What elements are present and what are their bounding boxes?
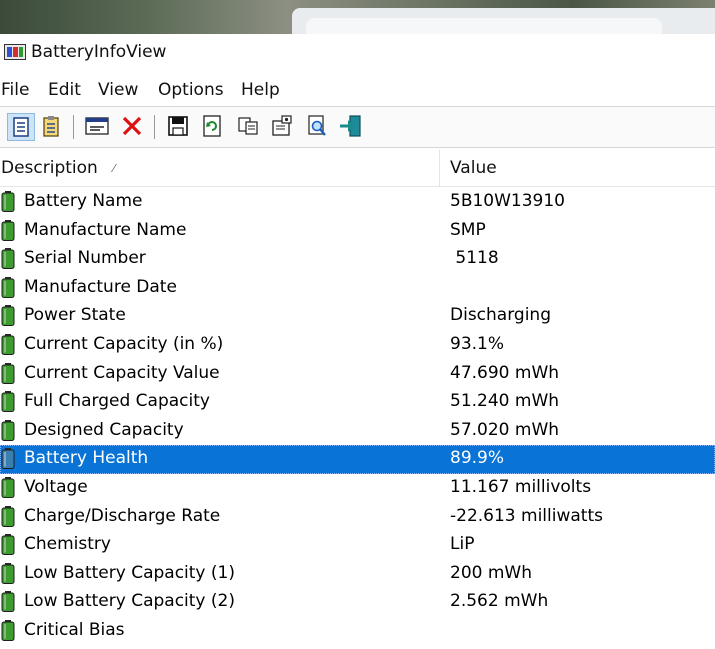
- menu-options[interactable]: Options: [158, 80, 224, 100]
- battery-icon: [1, 276, 15, 298]
- row-description: Serial Number: [24, 248, 146, 269]
- battery-icon: [1, 476, 15, 498]
- row-description: Full Charged Capacity: [24, 391, 210, 412]
- row-description: Low Battery Capacity (1): [24, 562, 235, 583]
- list-view-icon[interactable]: [39, 114, 63, 138]
- copy-icon[interactable]: [236, 114, 260, 138]
- table-row[interactable]: Designed Capacity 57.020 mWh: [0, 417, 715, 446]
- battery-info-list[interactable]: Battery Name 5B10W13910 Manufacture Name SM…: [0, 188, 715, 646]
- battery-icon: [1, 248, 15, 270]
- row-value: 93.1%: [450, 333, 505, 354]
- row-value: 89.9%: [450, 448, 505, 469]
- delete-icon[interactable]: [120, 114, 144, 138]
- html-report-icon[interactable]: [7, 113, 35, 141]
- row-description: Battery Health: [24, 448, 149, 469]
- battery-icon: [1, 591, 15, 613]
- window-title: BatteryInfoView: [31, 42, 167, 62]
- column-divider[interactable]: [439, 150, 440, 186]
- table-row[interactable]: Battery Health 89.9%: [0, 445, 715, 474]
- table-row[interactable]: Charge/Discharge Rate -22.613 milliwatts: [0, 503, 715, 532]
- battery-icon: [1, 362, 15, 384]
- battery-icon: [1, 333, 15, 355]
- properties-icon[interactable]: [270, 114, 294, 138]
- table-row[interactable]: Critical Bias: [0, 617, 715, 646]
- table-row[interactable]: Battery Name 5B10W13910: [0, 188, 715, 217]
- menu-file[interactable]: File: [1, 80, 29, 100]
- row-description: Manufacture Date: [24, 276, 177, 297]
- table-row[interactable]: Voltage 11.167 millivolts: [0, 474, 715, 503]
- table-row[interactable]: Low Battery Capacity (2) 2.562 mWh: [0, 588, 715, 617]
- exit-icon[interactable]: [339, 114, 363, 138]
- toolbar: [0, 106, 715, 148]
- battery-icon: [1, 448, 15, 470]
- row-value: 5118: [450, 248, 499, 269]
- battery-icon: [1, 391, 15, 413]
- battery-icon: [1, 419, 15, 441]
- menu-help[interactable]: Help: [241, 80, 280, 100]
- row-description: Designed Capacity: [24, 419, 184, 440]
- row-description: Chemistry: [24, 534, 111, 555]
- table-row[interactable]: Low Battery Capacity (1) 200 mWh: [0, 560, 715, 589]
- title-bar[interactable]: BatteryInfoView: [0, 34, 715, 74]
- battery-icon: [1, 619, 15, 641]
- find-icon[interactable]: [305, 114, 329, 138]
- row-value: 51.240 mWh: [450, 391, 560, 412]
- battery-icon: [1, 562, 15, 584]
- battery-window-icon[interactable]: [85, 114, 109, 138]
- row-value: 2.562 mWh: [450, 591, 549, 612]
- battery-icon: [1, 191, 15, 212]
- table-row[interactable]: Power State Discharging: [0, 302, 715, 331]
- desktop-background: [0, 0, 715, 40]
- menu-bar: File Edit View Options Help: [0, 76, 715, 104]
- sort-indicator-icon: ⁄: [113, 162, 115, 175]
- row-description: Low Battery Capacity (2): [24, 591, 235, 612]
- menu-view[interactable]: View: [98, 80, 138, 100]
- row-description: Power State: [24, 305, 126, 326]
- row-value: 11.167 millivolts: [450, 476, 592, 497]
- row-description: Battery Name: [24, 191, 143, 211]
- column-header-description[interactable]: Description: [1, 158, 98, 178]
- column-header-value[interactable]: Value: [450, 158, 497, 178]
- battery-icon: [1, 305, 15, 327]
- table-row[interactable]: Manufacture Name SMP: [0, 217, 715, 246]
- row-value: -22.613 milliwatts: [450, 505, 603, 526]
- list-header: Description ⁄ Value: [0, 150, 715, 187]
- row-description: Charge/Discharge Rate: [24, 505, 221, 526]
- table-row[interactable]: Current Capacity Value 47.690 mWh: [0, 360, 715, 389]
- row-value: 57.020 mWh: [450, 419, 560, 440]
- refresh-icon[interactable]: [200, 114, 224, 138]
- row-value: LiP: [450, 534, 475, 555]
- row-description: Manufacture Name: [24, 219, 187, 240]
- row-description: Voltage: [24, 476, 88, 497]
- table-row[interactable]: Full Charged Capacity 51.240 mWh: [0, 388, 715, 417]
- row-value: 5B10W13910: [450, 191, 565, 211]
- table-row[interactable]: Chemistry LiP: [0, 531, 715, 560]
- row-description: Current Capacity (in %): [24, 333, 224, 354]
- row-value: 47.690 mWh: [450, 362, 560, 383]
- table-row[interactable]: Serial Number 5118: [0, 245, 715, 274]
- battery-icon: [1, 219, 15, 241]
- row-description: Critical Bias: [24, 619, 125, 640]
- row-value: Discharging: [450, 305, 551, 326]
- save-icon[interactable]: [166, 114, 190, 138]
- row-value: SMP: [450, 219, 486, 240]
- battery-icon: [1, 505, 15, 527]
- table-row[interactable]: Current Capacity (in %) 93.1%: [0, 331, 715, 360]
- table-row[interactable]: Manufacture Date: [0, 274, 715, 303]
- row-description: Current Capacity Value: [24, 362, 220, 383]
- menu-edit[interactable]: Edit: [48, 80, 81, 100]
- app-battery-icon: [4, 44, 26, 60]
- row-value: 200 mWh: [450, 562, 532, 583]
- battery-icon: [1, 534, 15, 556]
